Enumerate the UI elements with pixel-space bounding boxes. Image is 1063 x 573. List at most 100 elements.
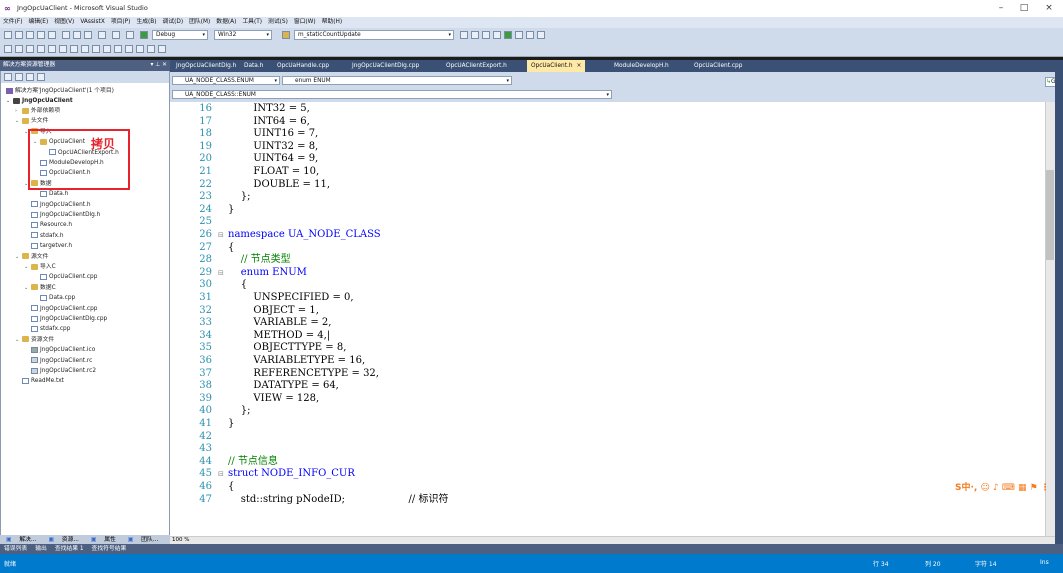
code-line[interactable]: INT32 = 5, bbox=[228, 103, 309, 115]
path-select[interactable]: UA_NODE_CLASS::ENUM ▾ bbox=[172, 90, 612, 99]
code-line[interactable]: } bbox=[228, 204, 234, 216]
code-line[interactable]: namespace UA_NODE_CLASS bbox=[228, 229, 381, 241]
menu-tools[interactable]: 工具(T) bbox=[239, 17, 265, 28]
menu-edit[interactable]: 编辑(E) bbox=[25, 17, 51, 28]
tab-opcuaclient-cpp[interactable]: OpcUaClient.cpp bbox=[690, 60, 746, 72]
code-line[interactable]: // 节点类型 bbox=[228, 254, 291, 266]
code-line[interactable]: { bbox=[228, 279, 247, 291]
menu-window[interactable]: 窗口(W) bbox=[291, 17, 319, 28]
tree-item[interactable]: JngOpcUaClient.rc bbox=[24, 356, 92, 366]
tree-item[interactable]: ⌄ 导入C bbox=[24, 262, 56, 272]
configuration-select[interactable]: Debug ▾ bbox=[152, 30, 208, 40]
tree-item[interactable]: OpcUaClient.cpp bbox=[33, 272, 97, 282]
complete-word-icon[interactable] bbox=[37, 45, 45, 53]
tab-find-results-1[interactable]: 查找结果 1 bbox=[51, 544, 88, 554]
code-line[interactable]: std::string pNodeID; // 标识符 bbox=[228, 494, 449, 506]
tab-find-symbol-results[interactable]: 查找符号结果 bbox=[88, 544, 131, 554]
parameter-info-icon[interactable] bbox=[15, 45, 23, 53]
menu-debug[interactable]: 调试(D) bbox=[160, 17, 187, 28]
tree-item[interactable]: JngOpcUaClient.cpp bbox=[24, 304, 97, 314]
tree-item[interactable]: Data.cpp bbox=[33, 293, 75, 303]
tree-item[interactable]: JngOpcUaClient.rc2 bbox=[24, 366, 96, 376]
new-project-icon[interactable] bbox=[4, 31, 12, 39]
code-line[interactable]: UINT64 = 9, bbox=[228, 153, 318, 165]
chevron-down-icon[interactable]: ⌄ bbox=[24, 262, 31, 272]
menu-team[interactable]: 团队(M) bbox=[186, 17, 213, 28]
tree-item[interactable]: JngOpcUaClient.h bbox=[24, 200, 91, 210]
code-line[interactable]: OBJECTTYPE = 8, bbox=[228, 342, 346, 354]
paste-icon[interactable] bbox=[84, 31, 92, 39]
tree-item[interactable]: Data.h bbox=[33, 189, 68, 199]
tab-opcuaclientexport-h[interactable]: OpcUAClientExport.h bbox=[442, 60, 511, 72]
tree-item[interactable]: JngOpcUaClientDlg.cpp bbox=[24, 314, 107, 324]
tree-item[interactable]: Resource.h bbox=[24, 220, 72, 230]
undo-icon[interactable] bbox=[98, 31, 106, 39]
display-object-member-list-icon[interactable] bbox=[4, 45, 12, 53]
menu-project[interactable]: 项目(P) bbox=[108, 17, 134, 28]
tree-item[interactable]: ReadMe.txt bbox=[15, 376, 64, 386]
code-line[interactable]: { bbox=[228, 242, 234, 254]
toolbox-icon[interactable] bbox=[493, 31, 501, 39]
tab-jngopcuaclientdlg-h[interactable]: JngOpcUaClientDlg.h bbox=[172, 60, 240, 72]
increase-indent-icon[interactable] bbox=[59, 45, 67, 53]
code-line[interactable]: struct NODE_INFO_CUR bbox=[228, 468, 355, 480]
solution-explorer-icon[interactable] bbox=[460, 31, 468, 39]
tree-item[interactable]: JngOpcUaClientDlg.h bbox=[24, 210, 100, 220]
zoom-level[interactable]: 100 % bbox=[172, 536, 189, 544]
tree-item[interactable]: JngOpcUaClient.ico bbox=[24, 345, 95, 355]
toolbar-options-icon[interactable] bbox=[537, 31, 545, 39]
panel-pin-icon[interactable]: ▾ ⊥ ✕ bbox=[150, 60, 167, 71]
extension-manager-icon[interactable] bbox=[526, 31, 534, 39]
quick-info-icon[interactable] bbox=[26, 45, 34, 53]
code-line[interactable]: VIEW = 128, bbox=[228, 393, 319, 405]
tree-item[interactable]: ⌄ 源文件 bbox=[15, 252, 48, 262]
code-line[interactable]: VARIABLE = 2, bbox=[228, 317, 331, 329]
scope-select[interactable]: UA_NODE_CLASS.ENUM ▾ bbox=[172, 76, 280, 85]
horizontal-scrollbar[interactable]: 100 % bbox=[170, 536, 1055, 544]
code-line[interactable]: UNSPECIFIED = 0, bbox=[228, 292, 353, 304]
minimize-button[interactable]: – bbox=[990, 2, 1012, 15]
menu-view[interactable]: 视图(V) bbox=[51, 17, 77, 28]
tab-opcuahandle-cpp[interactable]: OpcUaHandle.cpp bbox=[273, 60, 333, 72]
code-line[interactable]: { bbox=[228, 481, 234, 493]
chevron-right-icon[interactable]: › bbox=[15, 106, 22, 116]
tree-item[interactable]: stdafx.cpp bbox=[24, 324, 70, 334]
tree-item[interactable]: stdafx.h bbox=[24, 231, 64, 241]
tree-item[interactable]: ⌄ 头文件 bbox=[15, 116, 48, 126]
code-line[interactable]: DATATYPE = 64, bbox=[228, 380, 338, 392]
maximize-button[interactable]: □ bbox=[1013, 2, 1035, 15]
next-bookmark-icon[interactable] bbox=[114, 45, 122, 53]
collapse-outline-icon[interactable]: ⊟ bbox=[218, 468, 224, 480]
next-bookmark-in-folder-icon[interactable] bbox=[136, 45, 144, 53]
chevron-down-icon[interactable]: ⌄ bbox=[15, 116, 22, 126]
redo-icon[interactable] bbox=[112, 31, 120, 39]
save-all-icon[interactable] bbox=[48, 31, 56, 39]
tab-opcuaclient-h[interactable]: OpcUaClient.h × bbox=[527, 60, 586, 72]
show-all-files-icon[interactable] bbox=[15, 73, 23, 81]
menu-file[interactable]: 文件(F) bbox=[0, 17, 25, 28]
collapse-outline-icon[interactable]: ⊟ bbox=[218, 267, 224, 279]
chevron-down-icon[interactable]: ⌄ bbox=[15, 335, 22, 345]
code-line[interactable]: }; bbox=[228, 405, 251, 417]
code-line[interactable]: UINT16 = 7, bbox=[228, 128, 318, 140]
tab-error-list[interactable]: 错误列表 bbox=[0, 544, 31, 554]
code-line[interactable]: UINT32 = 8, bbox=[228, 141, 318, 153]
vertical-scrollbar-thumb[interactable] bbox=[1046, 170, 1054, 260]
class-view-icon[interactable] bbox=[504, 31, 512, 39]
previous-bookmark-in-folder-icon[interactable] bbox=[125, 45, 133, 53]
find-in-files-icon[interactable] bbox=[282, 31, 290, 39]
solution-node[interactable]: 解决方案'JngOpcUaClient'(1 个项目) bbox=[6, 86, 114, 96]
code-line[interactable]: VARIABLETYPE = 16, bbox=[228, 355, 365, 367]
chevron-down-icon[interactable]: ⌄ bbox=[15, 252, 22, 262]
menu-build[interactable]: 生成(B) bbox=[133, 17, 159, 28]
properties-icon[interactable] bbox=[4, 73, 12, 81]
object-browser-icon[interactable] bbox=[482, 31, 490, 39]
menu-test[interactable]: 测试(S) bbox=[265, 17, 291, 28]
menu-vassistx[interactable]: VAssistX bbox=[77, 17, 107, 28]
code-line[interactable]: }; bbox=[228, 191, 251, 203]
code-line[interactable]: INT64 = 6, bbox=[228, 116, 309, 128]
code-line[interactable]: enum ENUM bbox=[228, 267, 307, 279]
open-file-icon[interactable] bbox=[26, 31, 34, 39]
clear-bookmarks-icon[interactable] bbox=[147, 45, 155, 53]
editor-toolbar-options-icon[interactable] bbox=[158, 45, 166, 53]
